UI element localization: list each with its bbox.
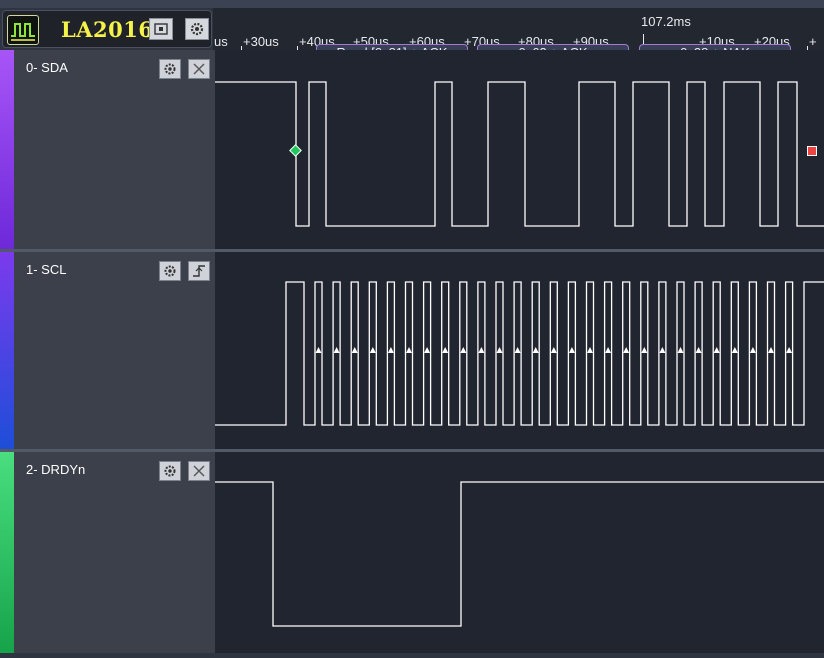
drdyn-waveform (215, 481, 824, 627)
rising-edge-marker (605, 347, 612, 353)
rising-edge-marker (623, 347, 630, 353)
channel-settings-button[interactable] (159, 59, 181, 79)
channel-close-button[interactable] (188, 461, 210, 481)
device-settings-button[interactable] (185, 18, 209, 40)
sda-waveform (215, 81, 824, 227)
rising-edge-marker (387, 347, 394, 353)
rising-edge-marker (514, 347, 521, 353)
waveform-logo-icon[interactable] (7, 15, 39, 45)
channel-color-bar (0, 252, 14, 450)
rising-edge-marker (713, 347, 720, 353)
rising-edge-marker (442, 347, 449, 353)
settings-panel-button[interactable] (149, 18, 173, 40)
channel-color-bar (0, 452, 14, 653)
rising-edge-marker (333, 347, 340, 353)
rising-edge-marker (406, 347, 412, 353)
rising-edge-marker (532, 347, 539, 353)
rising-edge-marker (315, 347, 322, 353)
rising-edge-marker (478, 347, 485, 353)
rising-edge-marker (550, 347, 557, 353)
channel-color-bar (0, 50, 14, 250)
rising-edge-marker (731, 347, 738, 353)
gear-icon (164, 63, 176, 75)
rising-edge-marker (496, 347, 503, 353)
time-center-label: 107.2ms (641, 14, 691, 29)
channel-sda: 0- SDA (0, 50, 824, 250)
channel-name: 0- SDA (26, 60, 68, 75)
stop-marker (807, 146, 817, 156)
waveform-area[interactable] (215, 50, 824, 250)
settings-panel-icon (154, 23, 168, 35)
rising-edge-marker (768, 347, 774, 353)
waveform-area[interactable] (215, 252, 824, 450)
channel-settings-button[interactable] (159, 261, 181, 281)
channel-label-area: 2- DRDYn (14, 452, 215, 653)
close-icon (193, 63, 205, 75)
top-strip (0, 0, 824, 8)
rising-edge-marker (369, 347, 376, 353)
rising-edge-marker (786, 347, 793, 353)
close-icon (193, 465, 205, 477)
trigger-edge-icon (193, 265, 205, 277)
rising-edge-marker (351, 347, 358, 353)
channel-name: 1- SCL (26, 262, 67, 277)
device-name: LA2016 (61, 17, 154, 42)
gear-icon (190, 22, 204, 36)
channel-label-area: 1- SCL (14, 252, 215, 450)
channel-drdyn: 2- DRDYn (0, 452, 824, 653)
tick-label: + (809, 34, 817, 49)
channel-settings-button[interactable] (159, 461, 181, 481)
rising-edge-marker (641, 347, 648, 353)
rising-edge-marker (568, 347, 575, 353)
rising-edge-marker (587, 347, 593, 353)
gear-icon (164, 465, 176, 477)
tick-label: us (214, 34, 228, 49)
device-header: LA2016 (2, 10, 212, 48)
rising-edge-marker (659, 347, 666, 353)
channel-scl: 1- SCL (0, 252, 824, 450)
rising-edge-marker (677, 347, 684, 353)
trigger-edge-button[interactable] (188, 261, 210, 281)
rising-edge-marker (424, 347, 431, 353)
rising-edge-marker (695, 347, 702, 353)
gear-icon (164, 265, 176, 277)
waveform-area[interactable] (215, 452, 824, 653)
scl-waveform (215, 281, 824, 426)
channel-close-button[interactable] (188, 59, 210, 79)
rising-edge-marker (749, 347, 756, 353)
channel-label-area: 0- SDA (14, 50, 215, 250)
channel-name: 2- DRDYn (26, 462, 86, 477)
rising-edge-marker (460, 347, 467, 353)
tick-label: +30us (243, 34, 279, 49)
